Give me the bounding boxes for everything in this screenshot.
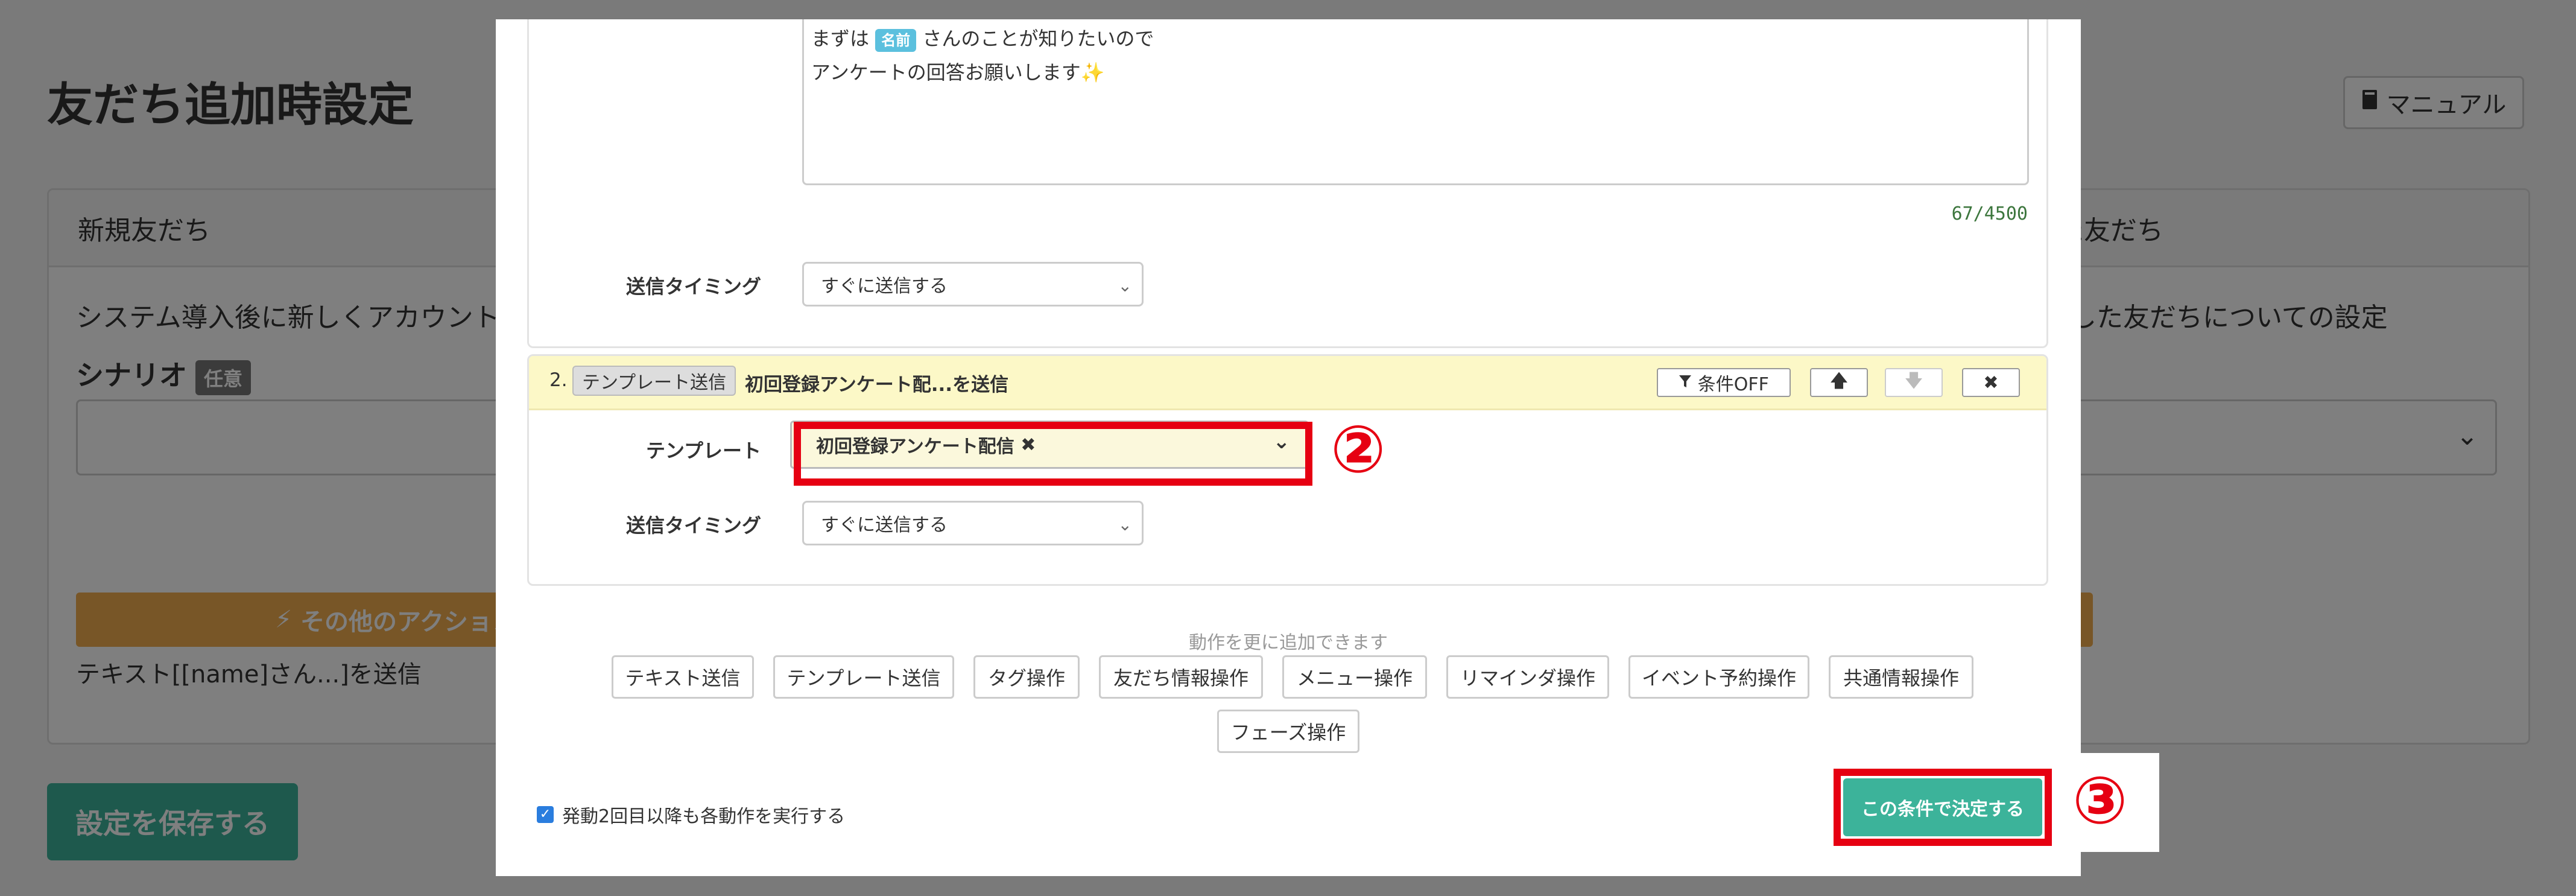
arrow-down-icon: 🡇 xyxy=(1904,370,1923,392)
add-shared-info-button[interactable]: 共通情報操作 xyxy=(1829,655,1973,699)
move-down-button[interactable]: 🡇 xyxy=(1885,368,1943,397)
condition-off-button[interactable]: 条件OFF xyxy=(1657,368,1791,397)
timing-label-1: 送信タイミング xyxy=(625,275,761,298)
add-friend-info-button[interactable]: 友だち情報操作 xyxy=(1099,655,1263,699)
add-tag-action-button[interactable]: タグ操作 xyxy=(973,655,1080,699)
delete-action-button[interactable]: ✖ xyxy=(1962,368,2020,397)
repeat-actions-label: 発動2回目以降も各動作を実行する xyxy=(562,806,846,827)
message-line-1: まずは 名前 さんのことが知りたいので xyxy=(811,22,2020,56)
arrow-up-icon: 🡅 xyxy=(1829,370,1849,392)
step3-callout: ③ xyxy=(2072,763,2128,839)
timing-select-1[interactable]: すぐに送信する ⌄ xyxy=(802,262,1144,307)
action2-number: 2. xyxy=(549,369,568,391)
action-settings-modal: まずは 名前 さんのことが知りたいので アンケートの回答お願いします✨ 67/4… xyxy=(496,19,2081,876)
add-phase-action-button[interactable]: フェーズ操作 xyxy=(1217,710,1359,753)
add-text-send-button[interactable]: テキスト送信 xyxy=(612,655,754,699)
action2-type-badge: テンプレート送信 xyxy=(572,366,736,396)
step2-callout: ② xyxy=(1331,412,1386,488)
add-action-hint: 動作を更に追加できます xyxy=(1189,632,1388,653)
add-template-send-button[interactable]: テンプレート送信 xyxy=(773,655,954,699)
action2-title: 初回登録アンケート配...を送信 xyxy=(745,374,1009,396)
timing-label-2: 送信タイミング xyxy=(625,514,761,537)
add-event-booking-button[interactable]: イベント予約操作 xyxy=(1628,655,1809,699)
close-icon: ✖ xyxy=(1983,372,1999,393)
repeat-actions-row[interactable]: ✓ 発動2回目以降も各動作を実行する xyxy=(537,801,845,828)
add-menu-action-button[interactable]: メニュー操作 xyxy=(1282,655,1427,699)
chevron-down-icon: ⌄ xyxy=(1118,515,1132,535)
message-textarea[interactable]: まずは 名前 さんのことが知りたいので アンケートの回答お願いします✨ xyxy=(802,19,2029,185)
timing-select-2-value: すぐに送信する xyxy=(821,515,948,536)
timing-select-2[interactable]: すぐに送信する ⌄ xyxy=(802,501,1144,545)
char-counter: 67/4500 xyxy=(1951,203,2028,224)
add-reminder-button[interactable]: リマインダ操作 xyxy=(1446,655,1609,699)
filter-icon xyxy=(1679,372,1692,393)
timing-select-1-value: すぐに送信する xyxy=(821,276,948,297)
highlight-box-decide xyxy=(1834,769,2052,846)
highlight-box-template xyxy=(794,422,1312,486)
condition-off-label: 条件OFF xyxy=(1697,374,1769,395)
message-line-2: アンケートの回答お願いします✨ xyxy=(811,61,1105,84)
template-label: テンプレート xyxy=(645,439,761,462)
repeat-actions-checkbox[interactable]: ✓ xyxy=(537,806,554,823)
action2-header: 2. テンプレート送信 初回登録アンケート配...を送信 条件OFF 🡅 🡇 ✖ xyxy=(529,356,2046,410)
name-variable-badge: 名前 xyxy=(875,29,917,52)
chevron-down-icon: ⌄ xyxy=(1118,276,1132,296)
move-up-button[interactable]: 🡅 xyxy=(1810,368,1868,397)
